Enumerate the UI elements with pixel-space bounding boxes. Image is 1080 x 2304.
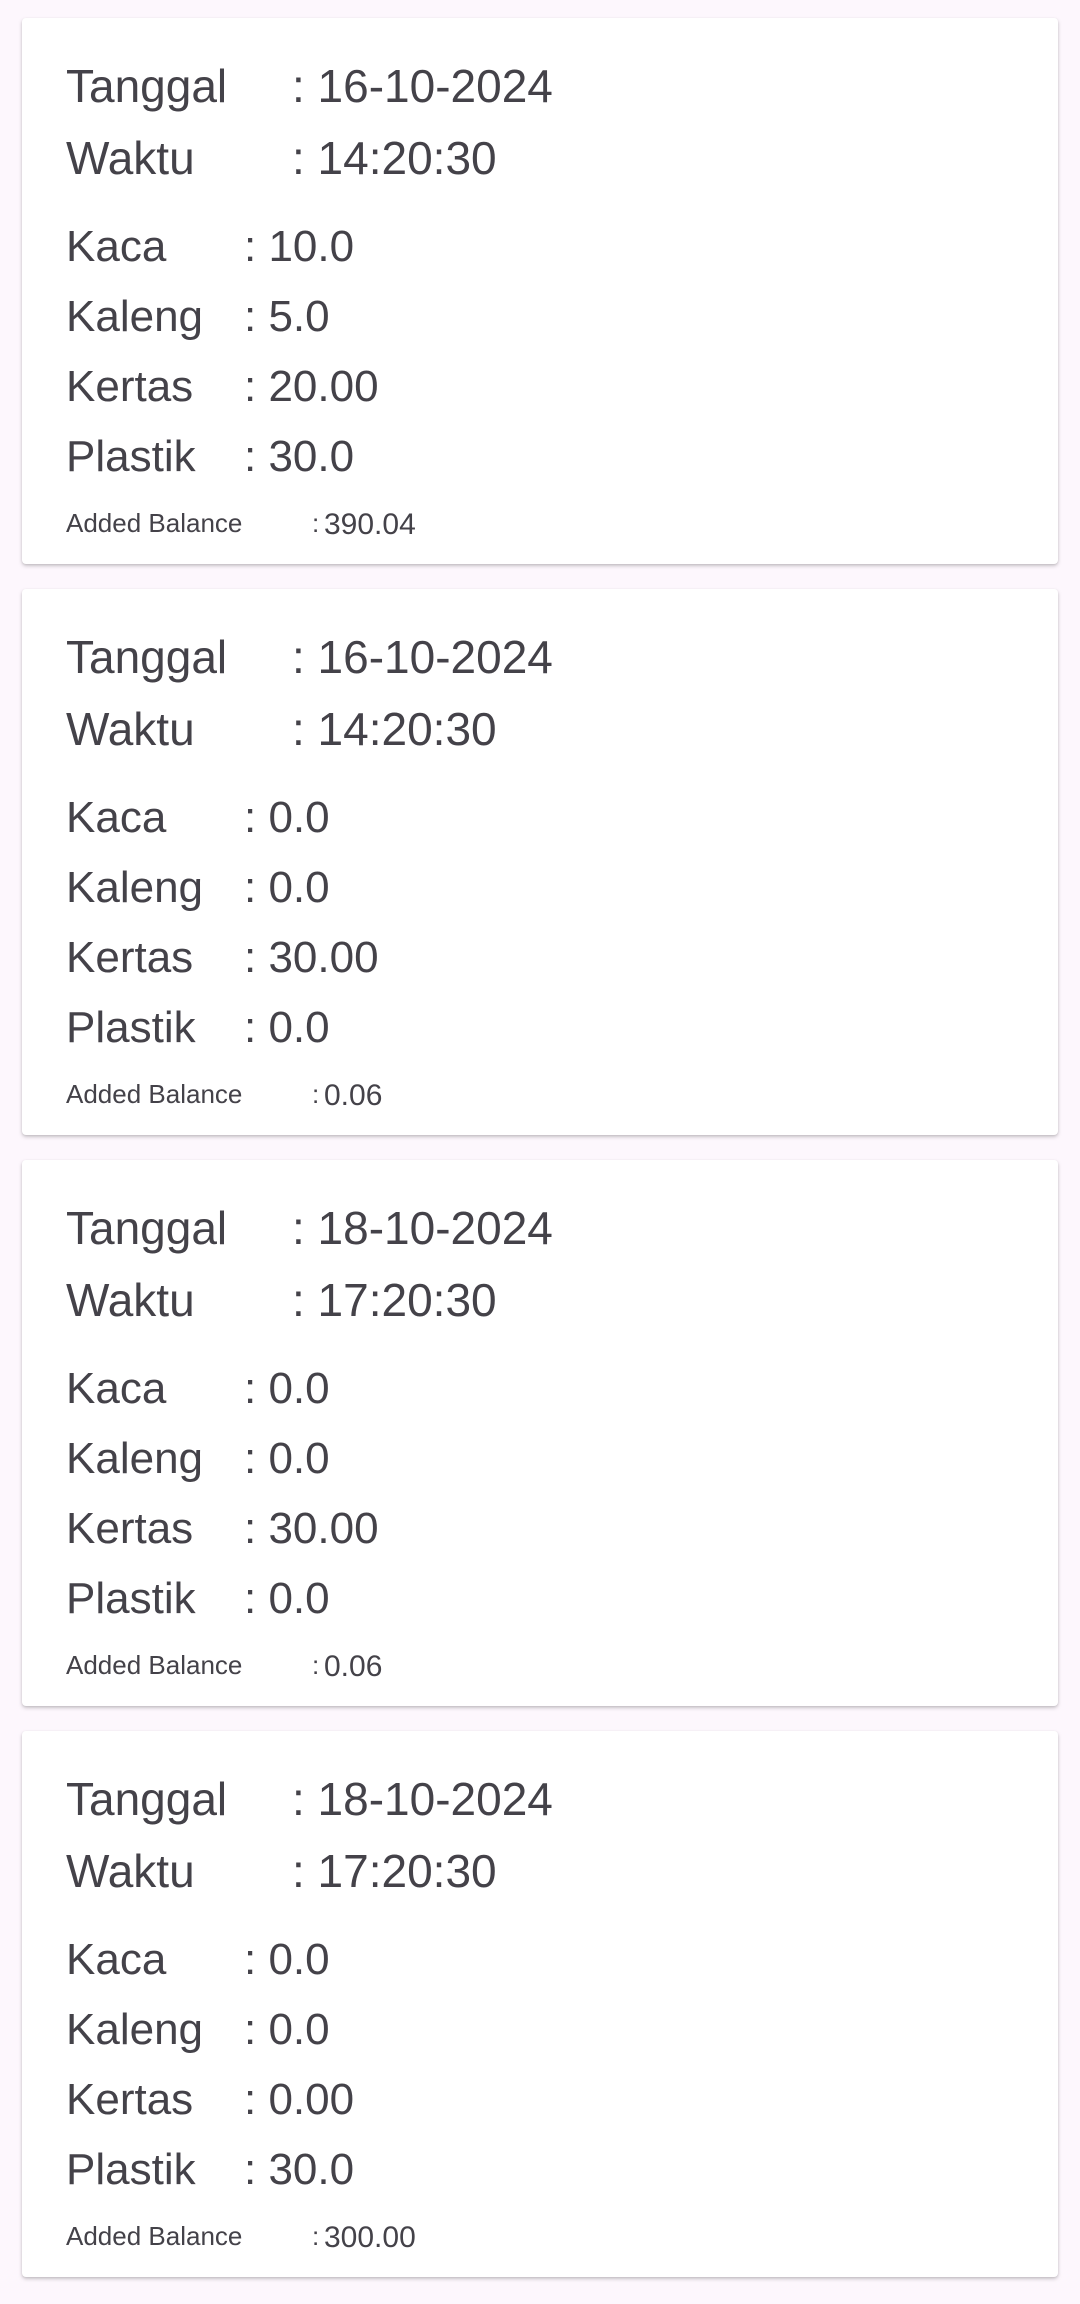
time-value: : 17:20:30	[292, 1845, 497, 1897]
paper-value: : 30.00	[244, 1504, 379, 1553]
time-value: : 17:20:30	[292, 1274, 497, 1326]
transaction-card[interactable]: Tanggal : 16-10-2024 Waktu : 14:20:30 Ka…	[22, 589, 1058, 1135]
added-balance-label: Added Balance	[66, 1650, 243, 1680]
date-label: Tanggal	[66, 631, 228, 683]
transaction-card[interactable]: Tanggal : 16-10-2024 Waktu : 14:20:30 Ka…	[22, 18, 1058, 564]
glass-label: Kaca	[66, 1364, 167, 1413]
added-balance-colon: :	[312, 1079, 320, 1109]
glass-value: : 0.0	[244, 793, 330, 842]
date-label: Tanggal	[66, 60, 228, 112]
added-balance-value: 0.06	[324, 1650, 383, 1683]
paper-value: : 20.00	[244, 362, 379, 411]
added-balance-label: Added Balance	[66, 2221, 243, 2251]
added-balance-colon: :	[312, 2221, 320, 2251]
date-value: : 16-10-2024	[292, 60, 553, 112]
date-value: : 18-10-2024	[292, 1202, 553, 1254]
can-label: Kaleng	[66, 292, 204, 341]
glass-value: : 0.0	[244, 1364, 330, 1413]
plastic-label: Plastik	[66, 1003, 196, 1052]
can-value: : 0.0	[244, 2005, 330, 2054]
transaction-card[interactable]: Tanggal : 18-10-2024 Waktu : 17:20:30 Ka…	[22, 1160, 1058, 1706]
time-label: Waktu	[66, 703, 195, 755]
added-balance-value: 0.06	[324, 1079, 383, 1112]
plastic-label: Plastik	[66, 1574, 196, 1623]
paper-label: Kertas	[66, 362, 194, 411]
plastic-value: : 30.0	[244, 2145, 355, 2194]
can-value: : 5.0	[244, 292, 330, 341]
paper-value: : 0.00	[244, 2075, 355, 2124]
added-balance-colon: :	[312, 508, 320, 538]
added-balance-label: Added Balance	[66, 1079, 243, 1109]
can-value: : 0.0	[244, 863, 330, 912]
paper-label: Kertas	[66, 2075, 194, 2124]
can-label: Kaleng	[66, 1434, 204, 1483]
time-value: : 14:20:30	[292, 132, 497, 184]
plastic-value: : 0.0	[244, 1003, 330, 1052]
glass-value: : 10.0	[244, 222, 355, 271]
added-balance-colon: :	[312, 1650, 320, 1680]
date-value: : 18-10-2024	[292, 1773, 553, 1825]
can-label: Kaleng	[66, 2005, 204, 2054]
plastic-label: Plastik	[66, 432, 196, 481]
glass-label: Kaca	[66, 793, 167, 842]
can-value: : 0.0	[244, 1434, 330, 1483]
glass-label: Kaca	[66, 1935, 167, 1984]
date-value: : 16-10-2024	[292, 631, 553, 683]
plastic-label: Plastik	[66, 2145, 196, 2194]
plastic-value: : 30.0	[244, 432, 355, 481]
added-balance-value: 300.00	[324, 2221, 416, 2254]
date-label: Tanggal	[66, 1773, 228, 1825]
paper-label: Kertas	[66, 933, 194, 982]
date-label: Tanggal	[66, 1202, 228, 1254]
time-label: Waktu	[66, 132, 195, 184]
glass-label: Kaca	[66, 222, 167, 271]
glass-value: : 0.0	[244, 1935, 330, 1984]
time-label: Waktu	[66, 1845, 195, 1897]
can-label: Kaleng	[66, 863, 204, 912]
transaction-history-list[interactable]: Tanggal : 16-10-2024 Waktu : 14:20:30 Ka…	[0, 0, 1080, 2304]
paper-label: Kertas	[66, 1504, 194, 1553]
time-label: Waktu	[66, 1274, 195, 1326]
time-value: : 14:20:30	[292, 703, 497, 755]
plastic-value: : 0.0	[244, 1574, 330, 1623]
transaction-card[interactable]: Tanggal : 18-10-2024 Waktu : 17:20:30 Ka…	[22, 1731, 1058, 2277]
added-balance-label: Added Balance	[66, 508, 243, 538]
paper-value: : 30.00	[244, 933, 379, 982]
added-balance-value: 390.04	[324, 508, 416, 541]
